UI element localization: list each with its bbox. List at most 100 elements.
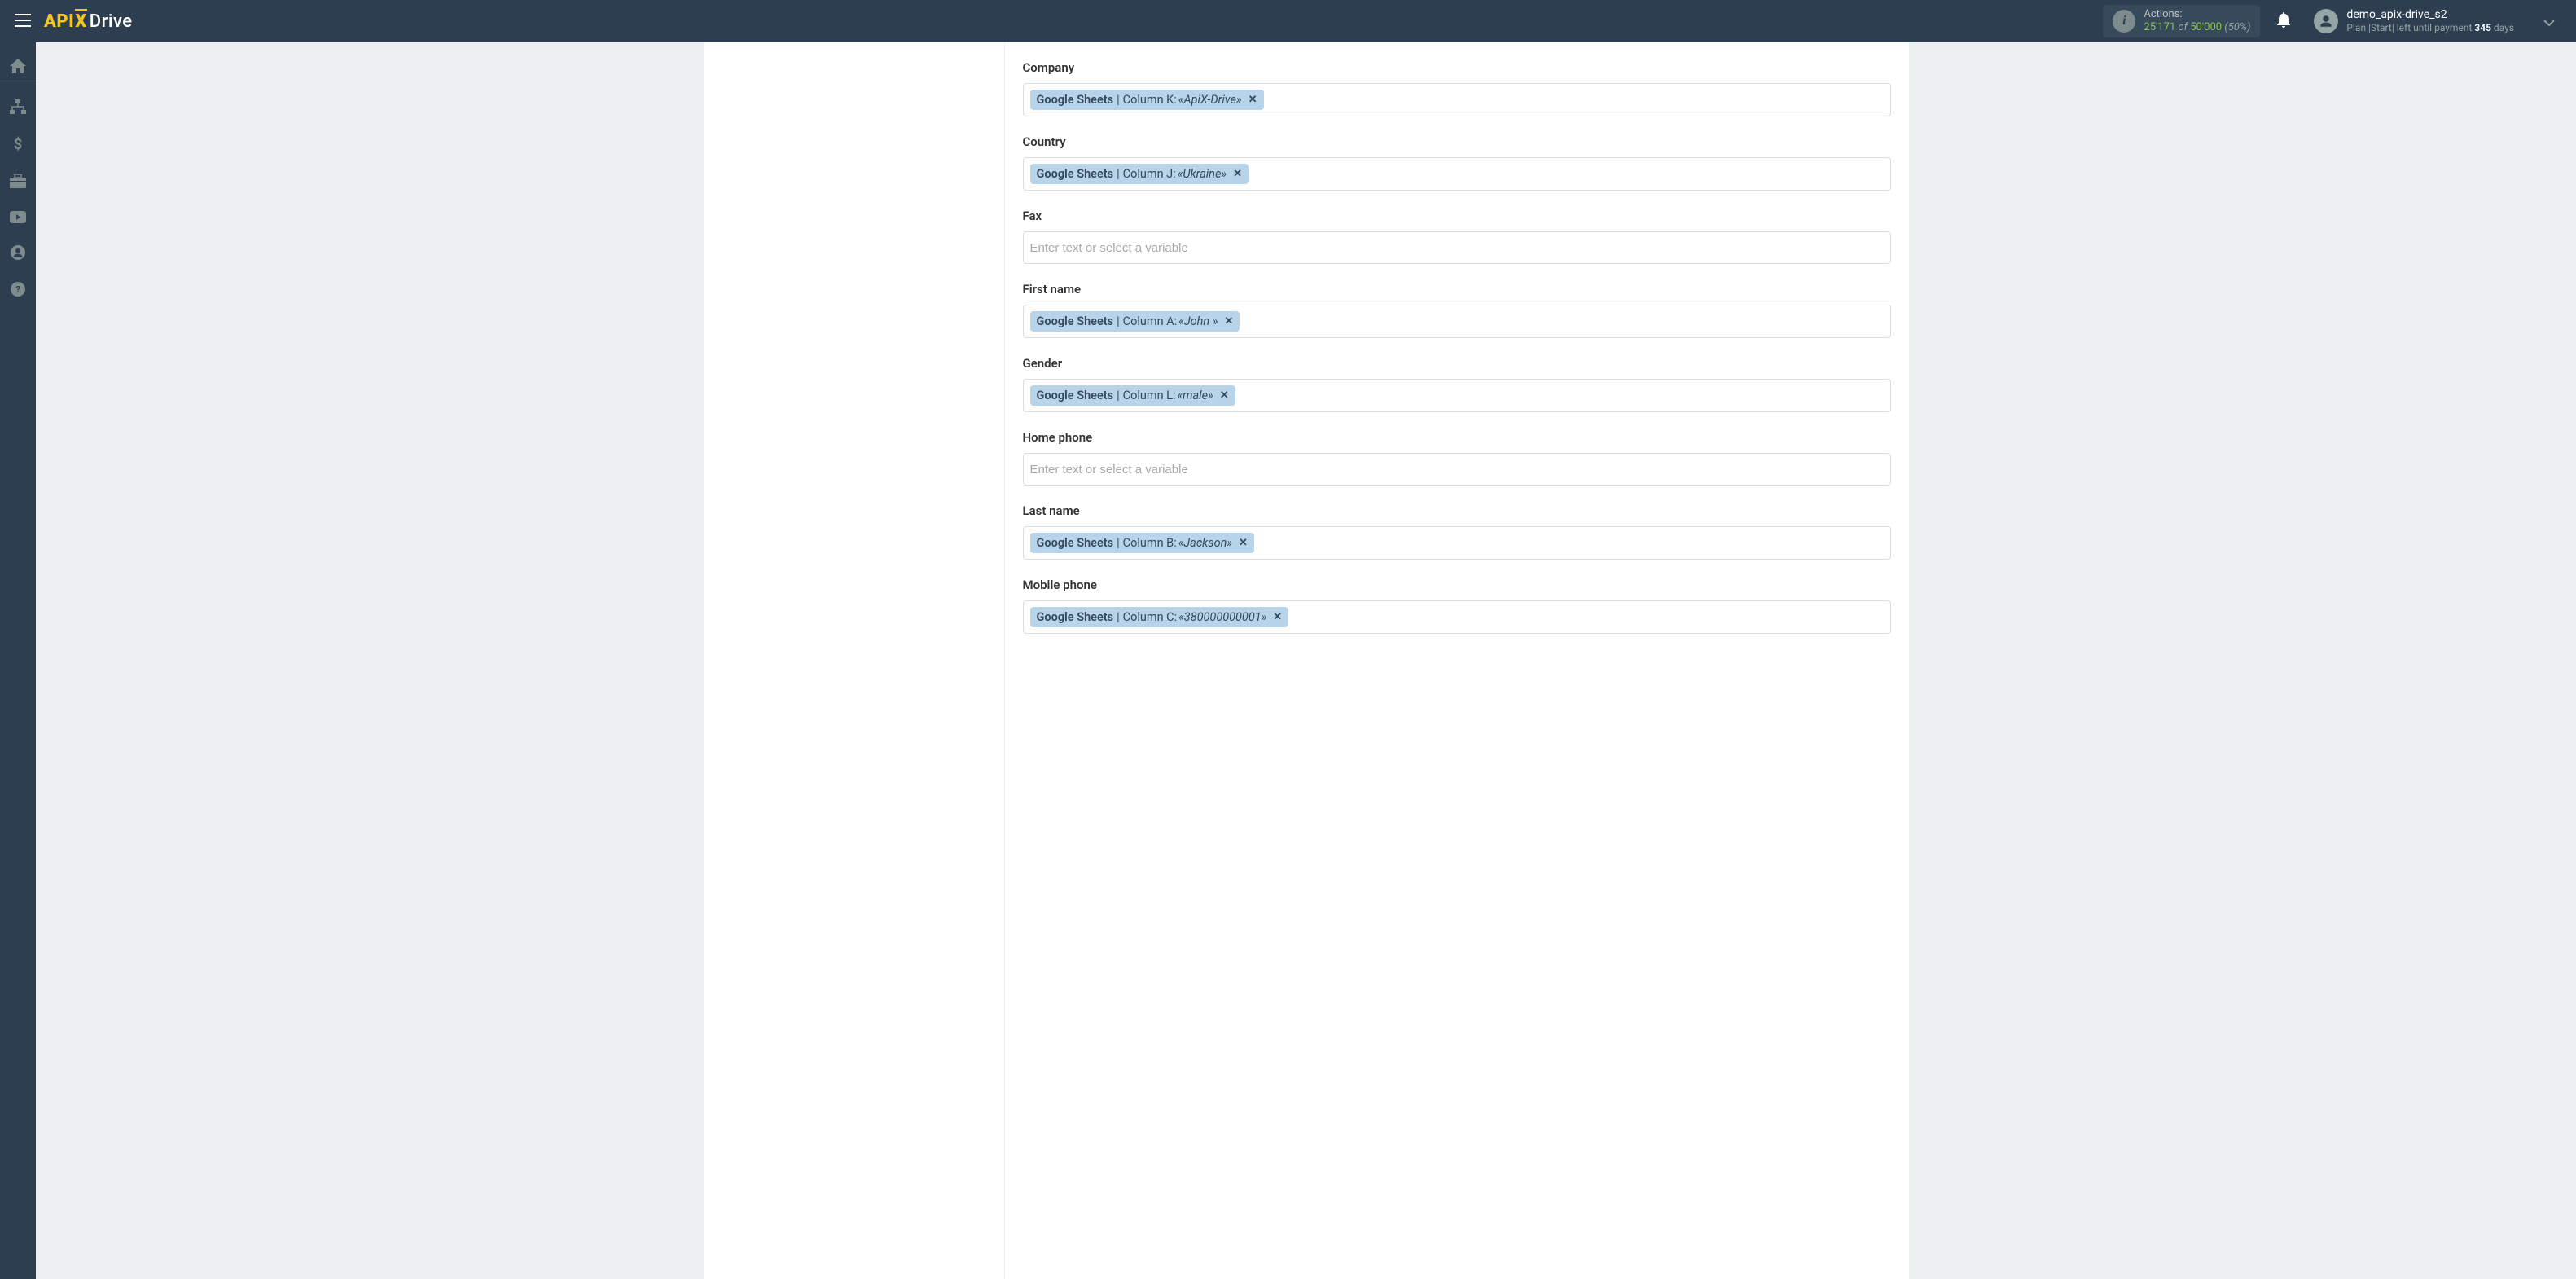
user-dropdown-arrow[interactable] (2527, 14, 2568, 29)
content-container: CompanyGoogle Sheets | Column K: «ApiX-D… (704, 42, 1909, 1279)
tag-separator: | (1117, 167, 1120, 181)
field-label: Gender (1023, 356, 1891, 371)
field-group: First name Google Sheets | Column A: «Joh… (1023, 282, 1891, 338)
tag-source: Google Sheets (1037, 536, 1114, 550)
field-input[interactable]: Google Sheets | Column J: «Ukraine»✕ (1023, 157, 1891, 191)
field-input[interactable]: Google Sheets | Column A: «John » ✕ (1023, 305, 1891, 338)
field-group: Home phone (1023, 430, 1891, 486)
tag-remove-button[interactable]: ✕ (1224, 315, 1233, 327)
mapping-tag[interactable]: Google Sheets | Column B: «Jackson»✕ (1030, 533, 1254, 553)
hamburger-icon (15, 14, 31, 27)
bell-icon (2276, 11, 2291, 28)
user-menu[interactable]: demo_apix-drive_s2 Plan |Start| left unt… (2307, 7, 2521, 35)
mapping-tag[interactable]: Google Sheets | Column A: «John » ✕ (1030, 311, 1240, 332)
field-text-input[interactable] (1030, 241, 1884, 255)
help-icon: ? (11, 282, 25, 297)
actions-of: of (2178, 21, 2188, 33)
tag-column: Column A: (1123, 314, 1178, 328)
plan-days: 345 (2474, 22, 2491, 33)
field-input[interactable]: Google Sheets | Column C: «380000000001»… (1023, 600, 1891, 634)
tag-value: «ApiX-Drive» (1178, 93, 1242, 107)
actions-numbers: 25'171 of 50'000 (50%) (2144, 21, 2250, 34)
tag-source: Google Sheets (1037, 610, 1114, 624)
logo-api: API (44, 11, 74, 32)
tag-remove-button[interactable]: ✕ (1239, 537, 1248, 549)
field-text-input[interactable] (1030, 463, 1884, 477)
logo[interactable]: APIXDrive (44, 11, 133, 32)
actions-text: Actions: 25'171 of 50'000 (50%) (2144, 8, 2250, 33)
tag-source: Google Sheets (1037, 167, 1114, 181)
field-input[interactable]: Google Sheets | Column K: «ApiX-Drive»✕ (1023, 83, 1891, 116)
tag-source: Google Sheets (1037, 389, 1114, 402)
field-label: Country (1023, 134, 1891, 149)
mapping-tag[interactable]: Google Sheets | Column C: «380000000001»… (1030, 607, 1289, 627)
briefcase-icon (10, 174, 26, 188)
tag-remove-button[interactable]: ✕ (1233, 168, 1242, 180)
actions-box[interactable]: i Actions: 25'171 of 50'000 (50%) (2103, 5, 2260, 37)
avatar-icon (2314, 9, 2338, 33)
field-label: Fax (1023, 209, 1891, 223)
sidebar-nav: $ ? (0, 42, 36, 1279)
tag-source: Google Sheets (1037, 314, 1114, 328)
actions-current: 25'171 (2144, 21, 2175, 33)
tag-remove-button[interactable]: ✕ (1220, 389, 1229, 402)
sidebar-help[interactable]: ? (11, 282, 25, 301)
tag-separator: | (1117, 610, 1120, 624)
field-label: First name (1023, 282, 1891, 297)
tag-separator: | (1117, 389, 1120, 402)
account-icon (11, 245, 25, 260)
field-group: Gender Google Sheets | Column L: «male»✕ (1023, 356, 1891, 412)
svg-text:?: ? (15, 284, 20, 295)
sidebar-billing[interactable]: $ (13, 136, 23, 156)
hierarchy-icon (10, 99, 26, 114)
field-input[interactable] (1023, 231, 1891, 264)
plan-prefix: Plan |Start| left until payment (2346, 22, 2474, 33)
user-plan: Plan |Start| left until payment 345 days (2346, 22, 2514, 35)
header-right: i Actions: 25'171 of 50'000 (50%) (2103, 5, 2568, 37)
tag-value: «Jackson» (1178, 536, 1232, 550)
actions-label: Actions: (2144, 8, 2250, 21)
logo-drive: Drive (90, 11, 133, 32)
user-text: demo_apix-drive_s2 Plan |Start| left unt… (2346, 7, 2514, 35)
field-group: CountryGoogle Sheets | Column J: «Ukrain… (1023, 134, 1891, 191)
home-icon (10, 59, 26, 73)
field-input[interactable]: Google Sheets | Column L: «male»✕ (1023, 379, 1891, 412)
field-group: Last nameGoogle Sheets | Column B: «Jack… (1023, 503, 1891, 560)
plan-suffix: days (2491, 22, 2514, 33)
sidebar-connections[interactable] (10, 99, 26, 118)
sidebar-briefcase[interactable] (10, 174, 26, 192)
sidebar-home[interactable] (10, 59, 26, 77)
tag-value: «Ukraine» (1178, 167, 1227, 181)
field-group: CompanyGoogle Sheets | Column K: «ApiX-D… (1023, 60, 1891, 116)
dollar-icon: $ (13, 136, 23, 152)
menu-toggle-button[interactable] (8, 7, 37, 36)
mapping-tag[interactable]: Google Sheets | Column K: «ApiX-Drive»✕ (1030, 90, 1264, 110)
field-input[interactable] (1023, 453, 1891, 486)
notifications-button[interactable] (2267, 11, 2301, 32)
tag-value: «John » (1178, 314, 1218, 328)
tag-column: Column C: (1123, 610, 1178, 624)
info-icon: i (2113, 10, 2135, 33)
field-label: Last name (1023, 503, 1891, 518)
sidebar-media[interactable] (10, 210, 26, 227)
mapping-tag[interactable]: Google Sheets | Column J: «Ukraine»✕ (1030, 164, 1249, 184)
tag-separator: | (1117, 314, 1120, 328)
tag-column: Column B: (1123, 536, 1177, 550)
mapping-tag[interactable]: Google Sheets | Column L: «male»✕ (1030, 385, 1235, 406)
sidebar-account[interactable] (11, 245, 25, 264)
main-panel: CompanyGoogle Sheets | Column K: «ApiX-D… (1005, 42, 1909, 1279)
field-input[interactable]: Google Sheets | Column B: «Jackson»✕ (1023, 526, 1891, 560)
field-group: Mobile phone Google Sheets | Column C: «3… (1023, 578, 1891, 634)
actions-total: 50'000 (2190, 21, 2222, 33)
content-wrapper: CompanyGoogle Sheets | Column K: «ApiX-D… (36, 42, 2576, 1279)
top-header: APIXDrive i Actions: 25'171 of 50'000 (5… (0, 0, 2576, 42)
field-label: Mobile phone (1023, 578, 1891, 592)
user-name: demo_apix-drive_s2 (2346, 7, 2514, 22)
tag-remove-button[interactable]: ✕ (1273, 611, 1282, 623)
tag-separator: | (1117, 93, 1120, 107)
chevron-down-icon (2543, 20, 2555, 26)
field-label: Company (1023, 60, 1891, 75)
tag-remove-button[interactable]: ✕ (1249, 94, 1257, 106)
field-label: Home phone (1023, 430, 1891, 445)
person-icon (2319, 14, 2333, 29)
